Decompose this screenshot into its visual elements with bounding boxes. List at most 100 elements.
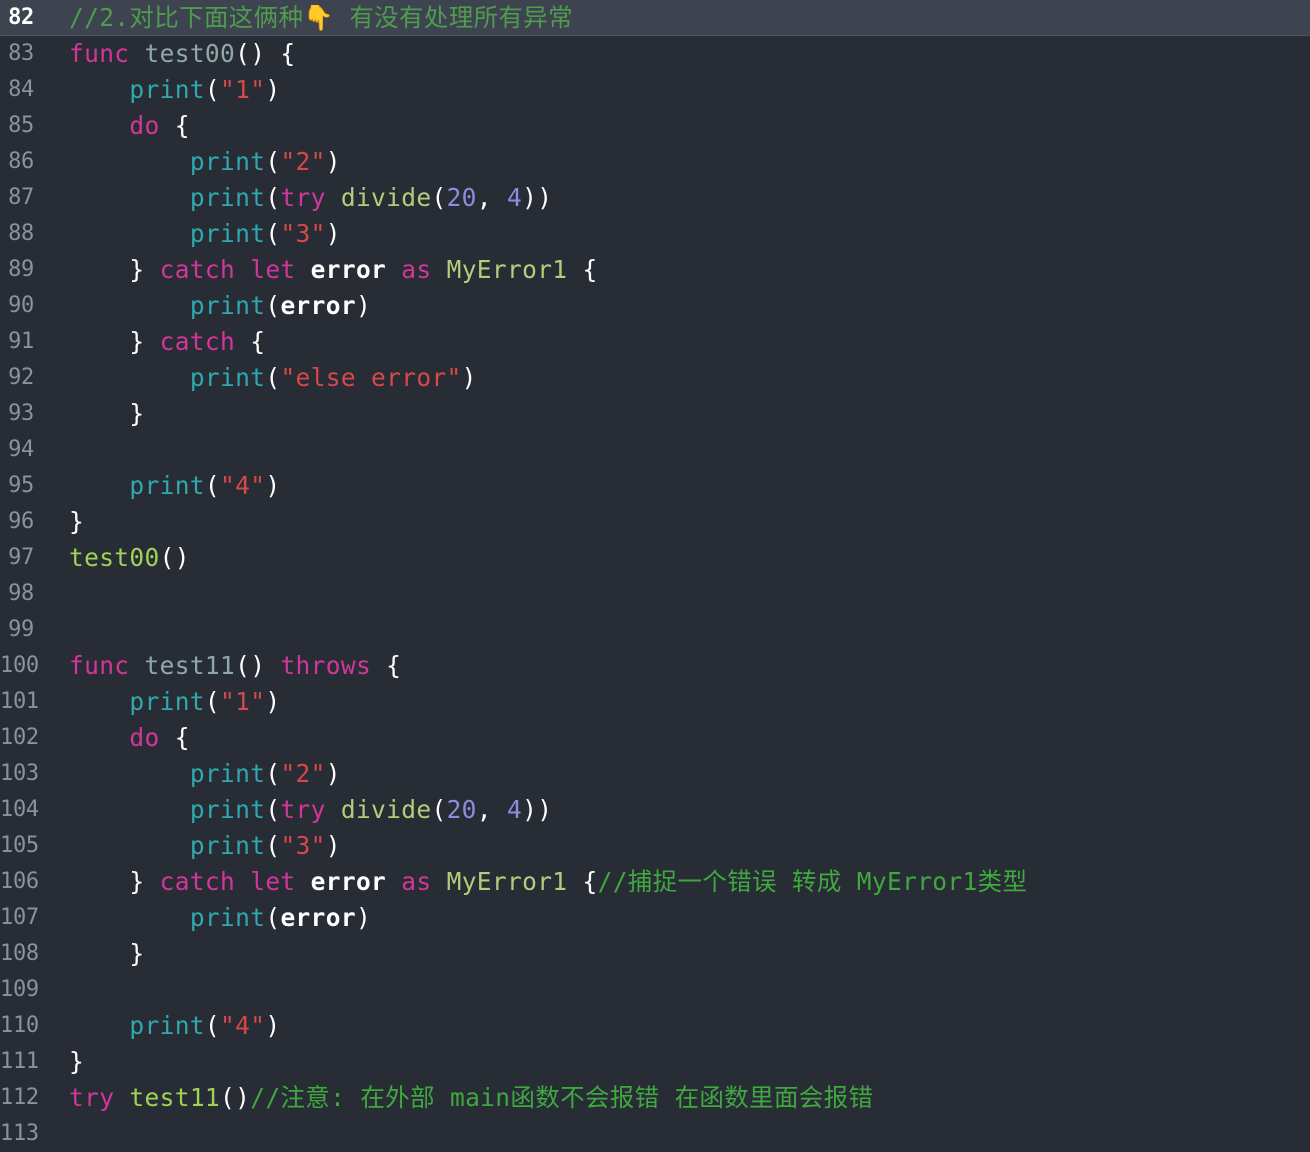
code-line-content[interactable]: print("3") (46, 828, 1310, 864)
code-line-content[interactable]: print("else error") (46, 360, 1310, 396)
token-punct: ( (204, 1011, 221, 1040)
line-number: 87 (8, 185, 34, 210)
line-number: 82 (8, 4, 34, 30)
token-kw: try (69, 1083, 115, 1112)
code-line-content[interactable]: print(try divide(20, 4)) (46, 180, 1310, 216)
code-line[interactable]: 112 try test11()//注意: 在外部 main函数不会报错 在函数里… (0, 1080, 1310, 1116)
code-line[interactable]: 95 print("4") (0, 468, 1310, 504)
code-line[interactable]: 107 print(error) (0, 900, 1310, 936)
code-line[interactable]: 97 test00() (0, 540, 1310, 576)
token-print: print (189, 183, 266, 212)
line-number: 113 (0, 1121, 39, 1146)
code-line-content[interactable]: do { (46, 720, 1310, 756)
token-punct: } (69, 507, 85, 536)
token-punct (235, 255, 250, 284)
code-line[interactable]: 85 do { (0, 108, 1310, 144)
token-print: print (129, 471, 205, 500)
code-line[interactable]: 98 (0, 576, 1310, 612)
code-line-content[interactable]: } (46, 1044, 1310, 1080)
code-line-content[interactable]: print("2") (46, 144, 1310, 180)
code-line[interactable]: 102 do { (0, 720, 1310, 756)
code-line[interactable]: 110 print("4") (0, 1008, 1310, 1044)
code-line-content[interactable]: print("4") (46, 468, 1310, 504)
token-punct: ) (325, 219, 341, 248)
token-punct (386, 255, 401, 284)
code-line[interactable]: 92 print("else error") (0, 360, 1310, 396)
line-number: 111 (0, 1049, 39, 1074)
token-punct: { (159, 111, 190, 140)
code-line-content[interactable]: print(try divide(20, 4)) (46, 792, 1310, 828)
code-line[interactable]: 103 print("2") (0, 756, 1310, 792)
code-line[interactable]: 89 } catch let error as MyError1 { (0, 252, 1310, 288)
token-punct: () { (235, 39, 296, 68)
code-line[interactable]: 87 print(try divide(20, 4)) (0, 180, 1310, 216)
code-line[interactable]: 82 //2.对比下面这俩种👇 有没有处理所有异常 (0, 0, 1310, 36)
code-line[interactable]: 84 print("1") (0, 72, 1310, 108)
token-str: "3" (280, 219, 326, 248)
token-call: test00 (69, 543, 160, 572)
code-line-content[interactable]: print(error) (46, 288, 1310, 324)
code-line[interactable]: 100 func test11() throws { (0, 648, 1310, 684)
line-number: 110 (0, 1013, 39, 1038)
token-punct: ) (265, 687, 281, 716)
code-line[interactable]: 96} (0, 504, 1310, 540)
code-line-content[interactable]: } (46, 396, 1310, 432)
code-line-content[interactable]: func test00() { (46, 36, 1310, 72)
code-line[interactable]: 88 print("3") (0, 216, 1310, 252)
code-line[interactable]: 86 print("2") (0, 144, 1310, 180)
code-line-content[interactable]: //2.对比下面这俩种👇 有没有处理所有异常 (46, 0, 1310, 36)
code-line[interactable]: 106 } catch let error as MyError1 {//捕捉一… (0, 864, 1310, 900)
code-line-content[interactable]: } catch { (46, 324, 1310, 360)
token-punct: } (129, 399, 145, 428)
code-line[interactable]: 94 (0, 432, 1310, 468)
code-line-content[interactable]: print(error) (46, 900, 1310, 936)
token-punct: ) (325, 759, 341, 788)
code-line-content[interactable]: print("4") (46, 1008, 1310, 1044)
code-line-content[interactable]: print("1") (46, 684, 1310, 720)
token-call: test11 (129, 1083, 221, 1112)
code-line-content[interactable]: } catch let error as MyError1 {//捕捉一个错误 … (46, 864, 1310, 900)
code-line-content[interactable]: } (46, 936, 1310, 972)
token-print: print (129, 75, 205, 104)
code-line-content[interactable]: } catch let error as MyError1 { (46, 252, 1310, 288)
code-line[interactable]: 109 (0, 972, 1310, 1008)
code-line[interactable]: 99 (0, 612, 1310, 648)
code-line[interactable]: 90 print(error) (0, 288, 1310, 324)
code-line-content[interactable]: test00() (46, 540, 1310, 576)
code-line[interactable]: 91 } catch { (0, 324, 1310, 360)
code-line[interactable]: 108 } (0, 936, 1310, 972)
code-line-content[interactable]: print("3") (46, 216, 1310, 252)
token-str: "else error" (280, 363, 462, 392)
code-lines-container[interactable]: 82 //2.对比下面这俩种👇 有没有处理所有异常 83 func test00() … (0, 0, 1310, 1152)
code-line-content[interactable]: print("2") (46, 756, 1310, 792)
line-number: 95 (8, 473, 34, 498)
token-punct: ( (265, 363, 281, 392)
code-editor[interactable]: 82 //2.对比下面这俩种👇 有没有处理所有异常 83 func test00() … (0, 0, 1310, 1150)
code-line[interactable]: 105 print("3") (0, 828, 1310, 864)
token-punct (129, 39, 144, 68)
code-line-content[interactable]: func test11() throws { (46, 648, 1310, 684)
code-line-content[interactable]: print("1") (46, 72, 1310, 108)
token-kw: do (129, 111, 160, 140)
token-punct: )) (522, 183, 553, 212)
code-line[interactable]: 93 } (0, 396, 1310, 432)
code-line[interactable]: 113 (0, 1116, 1310, 1152)
token-print: print (189, 759, 266, 788)
token-str: "4" (220, 471, 266, 500)
code-line[interactable]: 83 func test00() { (0, 36, 1310, 72)
line-number: 99 (8, 617, 34, 642)
code-line-content[interactable]: do { (46, 108, 1310, 144)
code-line-content[interactable]: try test11()//注意: 在外部 main函数不会报错 在函数里面会报… (46, 1080, 1310, 1116)
code-line-content[interactable]: } (46, 504, 1310, 540)
token-print: print (189, 147, 266, 176)
token-punct: } (129, 255, 160, 284)
token-punct: () (159, 543, 190, 572)
code-line[interactable]: 101 print("1") (0, 684, 1310, 720)
code-line[interactable]: 111} (0, 1044, 1310, 1080)
line-number: 89 (8, 257, 34, 282)
code-line[interactable]: 104 print(try divide(20, 4)) (0, 792, 1310, 828)
token-punct: } (69, 1047, 85, 1076)
token-kw: try (280, 183, 326, 212)
